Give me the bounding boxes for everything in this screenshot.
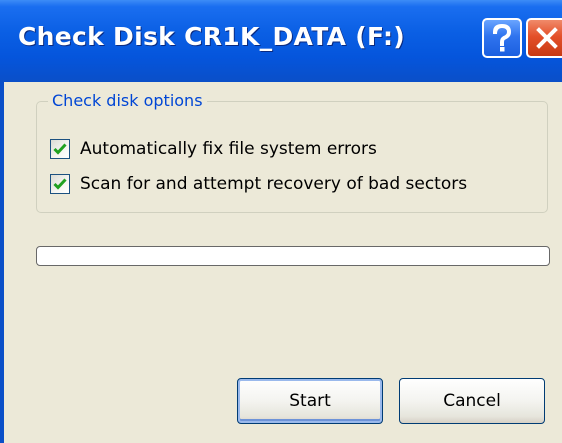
close-button[interactable] (526, 18, 562, 58)
scan-bad-sectors-label[interactable]: Scan for and attempt recovery of bad sec… (80, 174, 467, 194)
window-frame-left (0, 82, 4, 443)
scan-bad-sectors-option[interactable]: Scan for and attempt recovery of bad sec… (50, 172, 467, 196)
fix-errors-option[interactable]: Automatically fix file system errors (50, 137, 377, 161)
checkmark-icon (53, 178, 67, 190)
progress-bar (36, 246, 550, 266)
cancel-button[interactable]: Cancel (399, 378, 545, 424)
close-icon (536, 27, 558, 49)
group-label: Check disk options (48, 89, 207, 113)
title-bar[interactable]: Check Disk CR1K_DATA (F:) (0, 0, 562, 82)
help-icon (492, 23, 512, 52)
scan-bad-sectors-checkbox[interactable] (50, 174, 70, 194)
window-title: Check Disk CR1K_DATA (F:) (18, 22, 406, 51)
fix-errors-label[interactable]: Automatically fix file system errors (80, 139, 377, 159)
fix-errors-checkbox[interactable] (50, 139, 70, 159)
start-button[interactable]: Start (237, 378, 383, 424)
check-disk-dialog: Check Disk CR1K_DATA (F:) Check disk opt… (0, 0, 562, 443)
help-button[interactable] (482, 18, 522, 58)
checkmark-icon (53, 143, 67, 155)
